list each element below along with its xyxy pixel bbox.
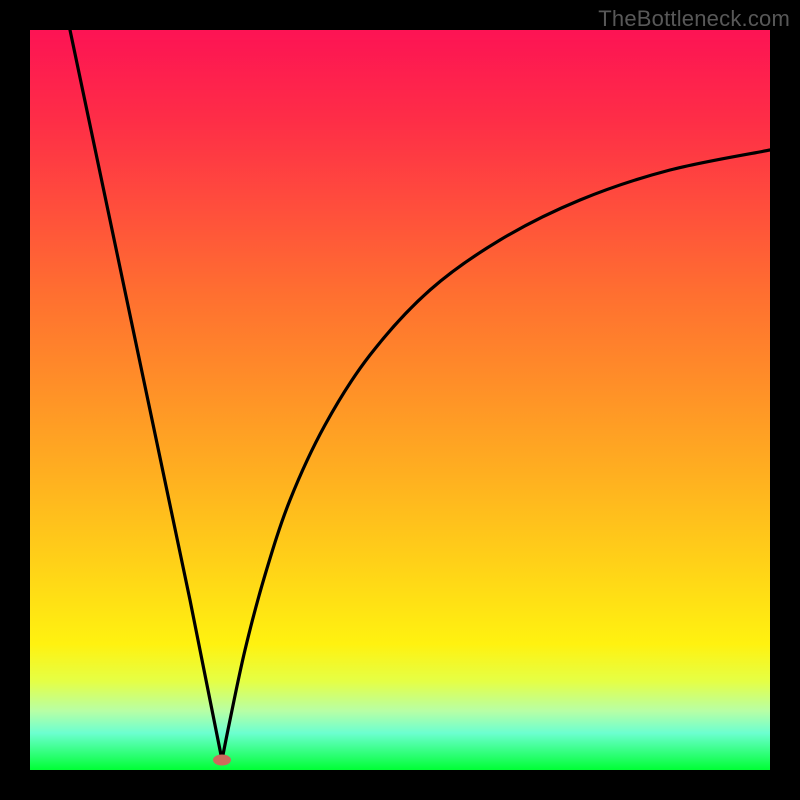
curve-path (70, 30, 770, 760)
watermark-text: TheBottleneck.com (598, 6, 790, 32)
plot-area (30, 30, 770, 770)
minimum-marker (213, 755, 231, 766)
bottleneck-curve (30, 30, 770, 770)
